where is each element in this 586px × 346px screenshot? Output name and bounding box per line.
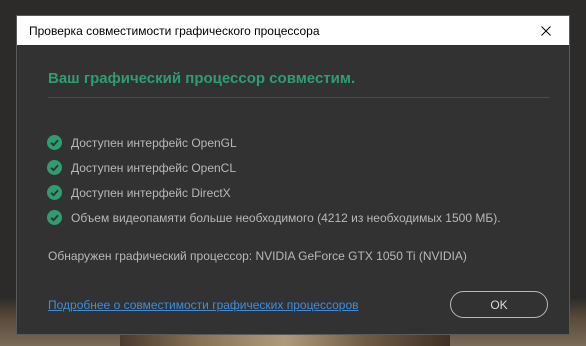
check-circle-icon: [47, 160, 62, 175]
window-title: Проверка совместимости графического проц…: [29, 23, 320, 38]
check-circle-icon: [47, 210, 62, 225]
check-label: Объем видеопамяти больше необходимого (4…: [71, 210, 501, 225]
check-label: Доступен интерфейс DirectX: [71, 185, 231, 200]
close-button[interactable]: [523, 16, 569, 45]
check-circle-icon: [47, 185, 62, 200]
gpu-compatibility-dialog: Проверка совместимости графического проц…: [16, 15, 570, 335]
check-item-directx: Доступен интерфейс DirectX: [47, 180, 501, 205]
ok-button[interactable]: OK: [450, 291, 548, 318]
check-item-opengl: Доступен интерфейс OpenGL: [47, 130, 501, 155]
check-item-vram: Объем видеопамяти больше необходимого (4…: [47, 205, 501, 230]
gpu-compatibility-link[interactable]: Подробнее о совместимости графических пр…: [48, 298, 359, 312]
detected-gpu-text: Обнаружен графический процессор: NVIDIA …: [48, 249, 467, 263]
heading-divider: [48, 97, 550, 98]
check-label: Доступен интерфейс OpenCL: [71, 160, 237, 175]
check-list: Доступен интерфейс OpenGL Доступен интер…: [47, 130, 501, 230]
close-icon: [541, 25, 551, 36]
compatibility-heading: Ваш графический процессор совместим.: [48, 70, 356, 87]
check-circle-icon: [47, 135, 62, 150]
check-item-opencl: Доступен интерфейс OpenCL: [47, 155, 501, 180]
check-label: Доступен интерфейс OpenGL: [71, 135, 237, 150]
title-bar: Проверка совместимости графического проц…: [17, 16, 569, 45]
